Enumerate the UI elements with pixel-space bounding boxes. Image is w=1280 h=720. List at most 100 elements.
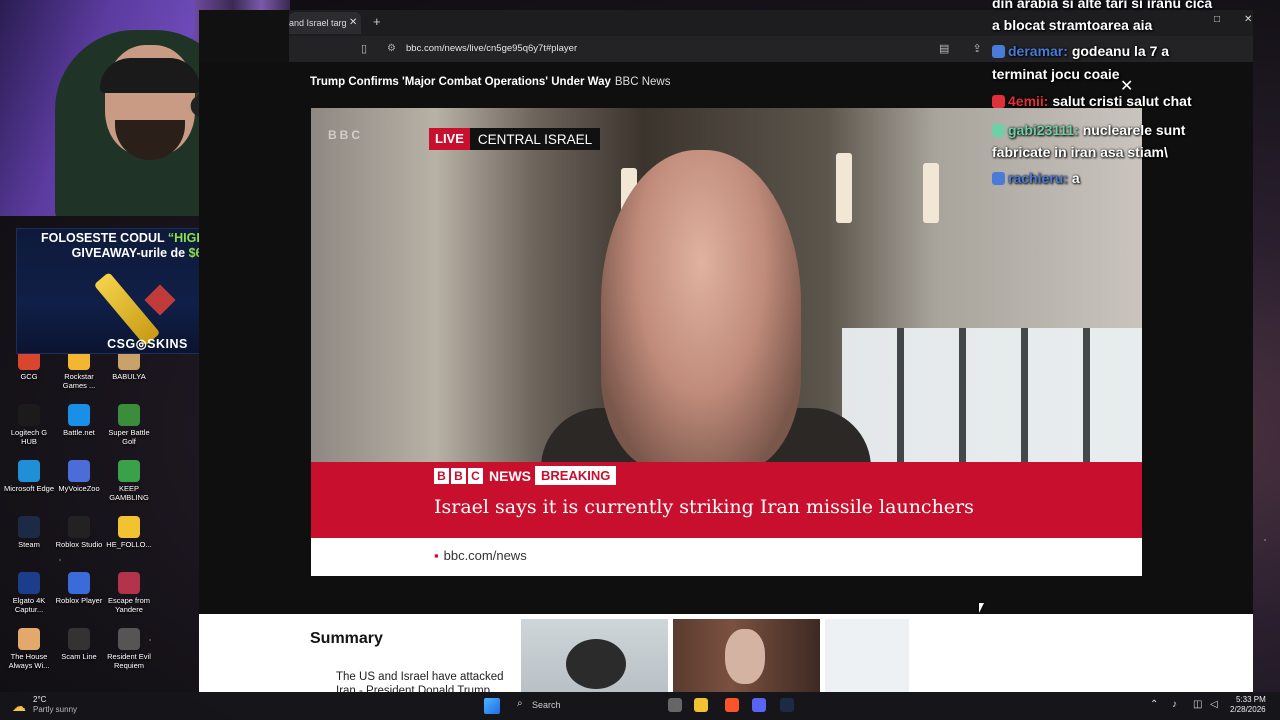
video-title: Trump Confirms 'Major Combat Operations'…	[310, 76, 671, 88]
app-icon	[68, 572, 90, 594]
thumbnail-3[interactable]	[825, 619, 909, 692]
desktop-icon-label: Elgato 4K Captur...	[12, 596, 46, 614]
steam-icon[interactable]	[780, 698, 794, 712]
app-icon	[18, 404, 40, 426]
thumbnail-speech[interactable]	[673, 619, 820, 692]
desktop-icon-label: GCG	[20, 372, 38, 381]
brave-icon[interactable]	[725, 698, 739, 712]
speaker-icon[interactable]: ♪	[1172, 699, 1177, 710]
summary-bullet: The US and Israel have attacked Iran - P…	[336, 670, 506, 692]
desktop-icon[interactable]: Steam	[2, 516, 56, 549]
breaking-banner: BBC NEWS BREAKING Israel says it is curr…	[311, 462, 1142, 538]
desktop-icon[interactable]: Battle.net	[52, 404, 106, 437]
desktop-icon[interactable]: Scam Line	[52, 628, 106, 661]
tab-title: and Israel targ	[289, 18, 347, 28]
desktop-icon[interactable]: KEEP GAMBLING	[102, 460, 156, 502]
desktop-icon-label: Roblox Player	[55, 596, 103, 605]
app-icon	[68, 516, 90, 538]
clock-date[interactable]: 2/28/2026	[1230, 705, 1266, 714]
chat-text: nuclearele sunt	[1082, 122, 1186, 138]
desktop-icon-label: Rockstar Games ...	[62, 372, 96, 390]
desktop-icon[interactable]: MyVoiceZoo	[52, 460, 106, 493]
app-icon	[18, 460, 40, 482]
desktop-icon-label: The House Always Wi...	[8, 652, 50, 670]
thumbnail-smoke[interactable]	[521, 619, 668, 692]
close-window-icon[interactable]: ✕	[1244, 14, 1252, 25]
desktop-icon-label: KEEP GAMBLING	[109, 484, 149, 502]
network-icon[interactable]: ◫	[1193, 699, 1202, 710]
chat-text: a	[1071, 170, 1080, 186]
knife-icon	[93, 271, 161, 347]
chat-message: a blocat stramtoarea aia	[992, 14, 1152, 36]
desktop-icon[interactable]: Super Battle Golf	[102, 404, 156, 446]
desktop-icon[interactable]: HE_FOLLO...	[102, 516, 156, 549]
desktop-icon-label: Scam Line	[61, 652, 97, 661]
desktop-icon-label: HE_FOLLO...	[106, 540, 152, 549]
url-field[interactable]: bbc.com/news/live/cn5ge95q6y7t#player	[406, 43, 577, 54]
taskview-icon[interactable]	[668, 698, 682, 712]
live-badge: LIVE CENTRAL ISRAEL	[429, 128, 601, 150]
desktop-icon[interactable]: Roblox Studio	[52, 516, 106, 549]
summary-section: Summary The US and Israel have attacked …	[199, 614, 1253, 692]
chat-message: din arabia si alte tari si iranu cica	[992, 0, 1212, 14]
chat-badge-icon	[992, 45, 1005, 58]
site-info-icon[interactable]: ⚙	[387, 43, 396, 54]
desktop-icon[interactable]: Logitech G HUB	[2, 404, 56, 446]
close-icon[interactable]: ✕	[1120, 76, 1133, 96]
search-box[interactable]: Search	[532, 700, 561, 710]
desktop-icon-label: Roblox Studio	[55, 540, 103, 549]
mouse-cursor-icon	[979, 603, 984, 613]
chat-message: terminat jocu coaie	[992, 63, 1120, 85]
tab-bbc[interactable]: and Israel targ ✕	[289, 12, 361, 34]
desktop-icon-label: Super Battle Golf	[108, 428, 150, 446]
maximize-icon[interactable]: □	[1214, 14, 1220, 25]
chat-message: fabricate in iran asa stiam\	[992, 141, 1168, 163]
desktop-icon[interactable]: Elgato 4K Captur...	[2, 572, 56, 614]
app-icon	[118, 572, 140, 594]
desktop-icon[interactable]: Microsoft Edge	[2, 460, 56, 493]
chat-message: rachieru: a	[992, 167, 1080, 189]
breaking-headline: Israel says it is currently striking Ira…	[434, 496, 974, 518]
app-icon	[118, 628, 140, 650]
tab-close-icon[interactable]: ✕	[349, 17, 357, 28]
toolbar-icons[interactable]: ▤ ⇪	[939, 42, 992, 55]
weather-temp[interactable]: 2°C	[33, 695, 46, 704]
desktop-icon[interactable]: The House Always Wi...	[2, 628, 56, 670]
desktop-icon[interactable]: Escape from Yandere	[102, 572, 156, 614]
chat-text: godeanu la 7 a	[1071, 43, 1170, 59]
app-icon	[118, 404, 140, 426]
desktop-icon[interactable]: Resident Evil Requiem	[102, 628, 156, 670]
search-icon[interactable]: ⌕	[517, 698, 523, 709]
discord-icon[interactable]	[752, 698, 766, 712]
chat-badge-icon	[992, 95, 1005, 108]
chat-username[interactable]: 4emii:	[1008, 93, 1048, 109]
chat-text: din arabia si alte tari si iranu cica	[992, 0, 1213, 11]
desktop-icon[interactable]: Rockstar Games ...	[52, 348, 106, 390]
taskbar: ☁ 2°C Partly sunny ⌕ Search ⌃ ♪ ◫ ◁ 5:33…	[0, 692, 1280, 720]
app-icon	[68, 460, 90, 482]
clock-time[interactable]: 5:33 PM	[1236, 695, 1266, 704]
app-icon	[118, 516, 140, 538]
desktop-icon-label: Escape from Yandere	[107, 596, 151, 614]
desktop-icon-label: BABULYA	[112, 372, 146, 381]
desktop-icon[interactable]: Roblox Player	[52, 572, 106, 605]
summary-title: Summary	[310, 630, 383, 647]
desktop-icon-label: Steam	[18, 540, 40, 549]
weather-icon[interactable]: ☁	[12, 698, 26, 715]
chat-text: fabricate in iran asa stiam\	[992, 144, 1168, 160]
app-icon	[68, 628, 90, 650]
tray-chevron-icon[interactable]: ⌃	[1150, 699, 1158, 710]
chat-badge-icon	[992, 124, 1005, 137]
new-tab-icon[interactable]: +	[373, 14, 381, 29]
chat-username[interactable]: rachieru:	[1008, 170, 1068, 186]
speaker	[601, 150, 801, 470]
app-icon	[118, 460, 140, 482]
weather-desc[interactable]: Partly sunny	[33, 705, 77, 714]
chat-username[interactable]: gabi23111:	[1008, 122, 1079, 138]
browser-window: and Israel targ ✕ + □ ✕ ▯ ⚙ bbc.com/news…	[199, 10, 1253, 692]
bookmark-icon[interactable]: ▯	[361, 42, 367, 55]
start-button[interactable]	[484, 698, 500, 714]
volume-icon[interactable]: ◁	[1210, 699, 1218, 710]
chat-username[interactable]: deramar:	[1008, 43, 1068, 59]
file-explorer-icon[interactable]	[694, 698, 708, 712]
